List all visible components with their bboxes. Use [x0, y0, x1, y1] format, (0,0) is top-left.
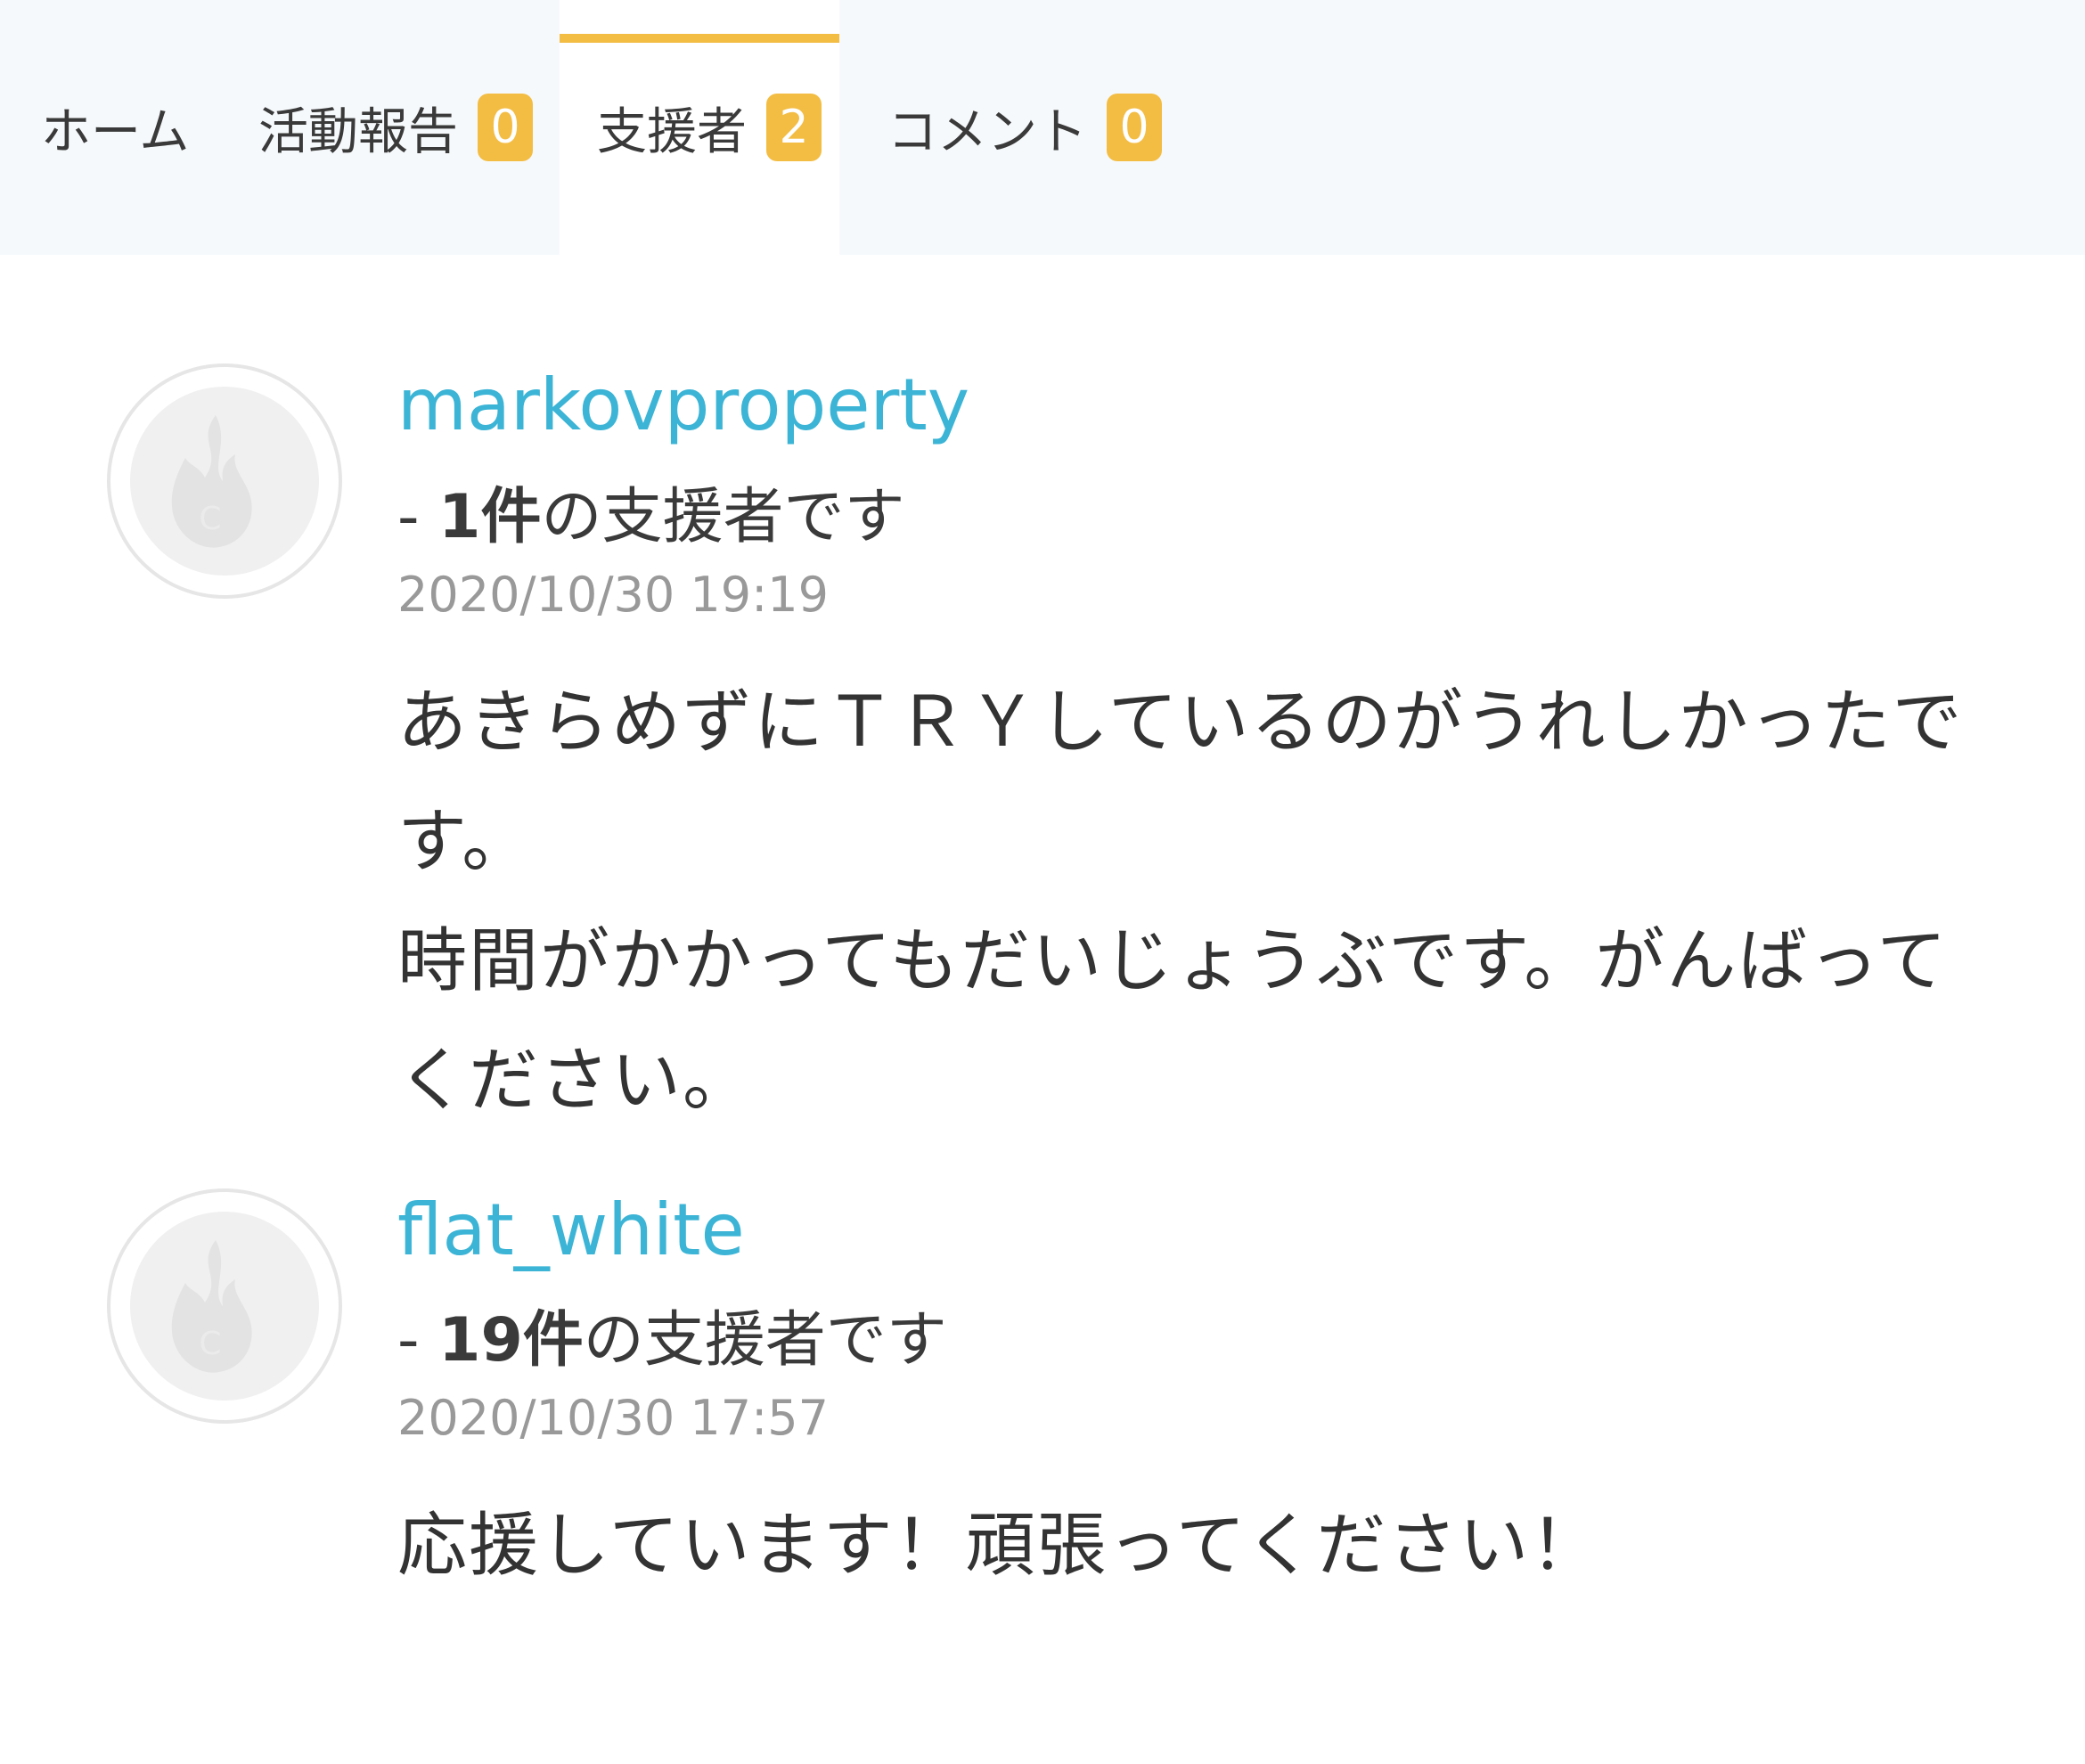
support-message: あきらめずにＴＲＹしているのがうれしかったです。 時間がかかってもだいじょうぶで… [397, 663, 2001, 1140]
camp-fire-icon: C [171, 1240, 252, 1373]
support-message-line: 応援しています！頑張ってください！ [397, 1506, 1602, 1586]
tab-supporters-count-badge: 2 [766, 94, 822, 161]
support-count: - 19件の支援者です [397, 1290, 947, 1378]
supporter-username[interactable]: markovproperty [397, 363, 969, 446]
support-message: 応援しています！頑張ってください！ [397, 1486, 2001, 1605]
support-count-number: 19件 [438, 1305, 584, 1376]
tab-comments[interactable]: コメント 0 [887, 0, 1162, 255]
support-date: 2020/10/30 19:19 [397, 567, 830, 623]
support-count-number: 1件 [438, 482, 542, 552]
tab-home-label: ホーム [41, 102, 190, 161]
support-message-line: あきらめずにＴＲＹしているのがうれしかったです。 [397, 682, 1964, 882]
svg-text:C: C [199, 1326, 221, 1362]
support-count: - 1件の支援者です [397, 467, 905, 555]
tab-supporters[interactable]: 支援者 2 [560, 0, 839, 255]
tab-activity-reports-label: 活動報告 [258, 102, 458, 161]
camp-fire-icon: C [171, 415, 252, 548]
support-count-suffix: の支援者です [541, 482, 905, 552]
tab-comments-label: コメント [887, 102, 1087, 161]
support-count-prefix: - [397, 482, 439, 552]
supporter-username[interactable]: flat_white [397, 1188, 745, 1271]
support-count-prefix: - [397, 1305, 439, 1376]
tab-home[interactable]: ホーム [41, 0, 189, 255]
support-date: 2020/10/30 17:57 [397, 1390, 830, 1446]
tab-bar: ホーム 活動報告 0 支援者 2 コメント 0 [0, 0, 2085, 255]
support-message-line: 時間がかかってもだいじょうぶです。がんばってください。 [397, 921, 1949, 1121]
tab-comments-count-badge: 0 [1107, 94, 1162, 161]
svg-text:C: C [199, 501, 221, 537]
tab-activity-reports[interactable]: 活動報告 0 [258, 0, 533, 255]
support-count-suffix: の支援者です [583, 1305, 947, 1376]
tab-supporters-label: 支援者 [597, 102, 747, 161]
avatar[interactable]: C [107, 1188, 342, 1424]
tab-activity-reports-count-badge: 0 [478, 94, 533, 161]
avatar[interactable]: C [107, 363, 342, 599]
